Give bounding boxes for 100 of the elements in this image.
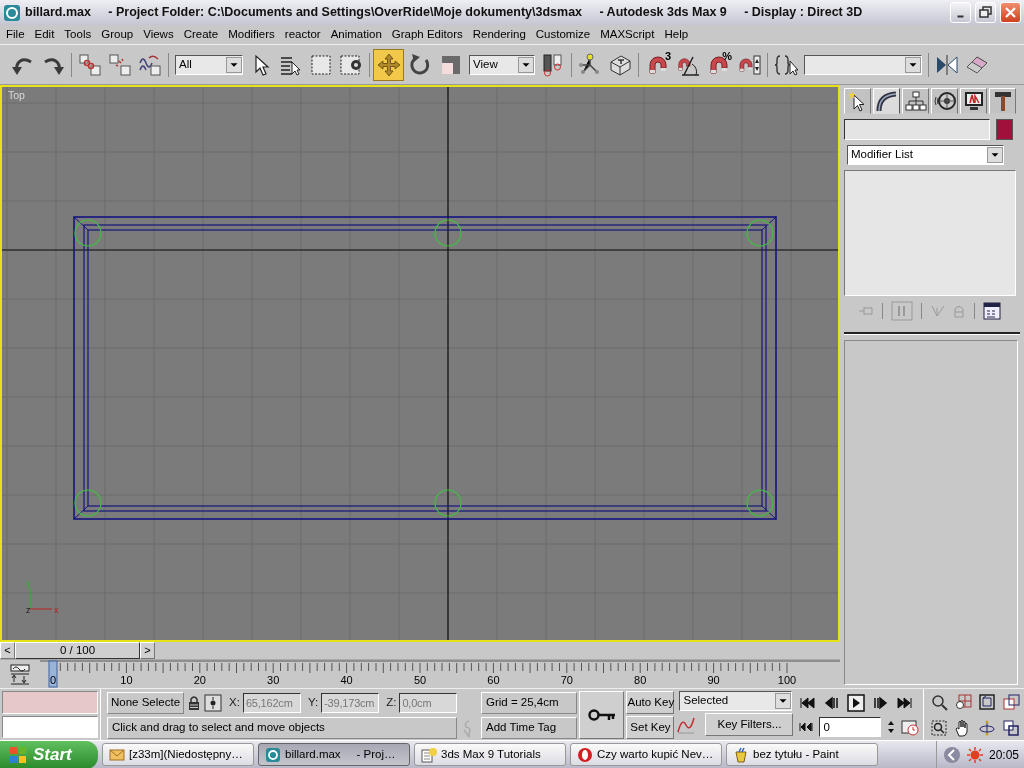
selection-filter-dropdown[interactable]: All <box>175 54 243 75</box>
timeline-ruler[interactable] <box>40 660 840 674</box>
menu-item[interactable]: Rendering <box>467 25 531 44</box>
menu-item[interactable]: Graph Editors <box>386 25 468 44</box>
named-selection-icon[interactable] <box>774 52 798 77</box>
clock: 20:05 <box>989 746 1020 764</box>
taskbar-button[interactable]: [z33m](Niedostępny… <box>102 743 254 766</box>
spinner-snap-icon[interactable] <box>737 52 761 77</box>
add-time-tag[interactable]: Add Time Tag <box>481 716 577 739</box>
menu-item[interactable]: File <box>1 25 30 44</box>
paint-icon <box>733 746 749 763</box>
menu-item[interactable]: Edit <box>29 25 60 44</box>
sun-icon[interactable] <box>966 745 984 764</box>
axis-label: z <box>26 605 31 615</box>
menu-item[interactable]: reactor <box>279 25 326 44</box>
play-icon[interactable] <box>847 694 866 712</box>
zoom-all-icon[interactable] <box>954 693 972 711</box>
window-crossing-icon[interactable] <box>339 52 363 77</box>
named-selection-field[interactable] <box>804 54 922 75</box>
panel-tab[interactable] <box>902 88 929 114</box>
menu-item[interactable]: Views <box>138 25 179 44</box>
region-zoom-icon[interactable] <box>930 718 948 737</box>
next-frame-icon[interactable] <box>871 694 890 712</box>
snap-toggle-button[interactable]: % <box>703 48 734 81</box>
frame-number: 60 <box>487 674 500 686</box>
key-filters-button[interactable]: Key Filters... <box>705 713 794 736</box>
coordinate-system-dropdown[interactable]: View <box>469 54 535 75</box>
close-button[interactable] <box>1000 2 1021 23</box>
maxscript-output-field[interactable] <box>2 715 98 738</box>
envelope-icon <box>109 746 125 763</box>
show-hidden-icons-icon[interactable] <box>943 745 961 764</box>
restore-button[interactable] <box>975 2 996 23</box>
snap-toggle-button[interactable]: 3 <box>642 48 673 81</box>
panel-tab[interactable] <box>873 88 900 114</box>
panel-tab[interactable] <box>844 88 871 114</box>
set-key-mode-button[interactable]: Set Key <box>626 716 675 739</box>
taskbar-button[interactable]: billard.max - Proj… <box>258 743 410 766</box>
set-key-button[interactable] <box>579 691 625 739</box>
rectangle-selection-icon[interactable] <box>309 52 333 77</box>
manipulate-icon[interactable] <box>578 52 602 77</box>
lock-icon[interactable] <box>187 694 202 711</box>
minimize-button[interactable] <box>950 2 971 23</box>
restore-icon <box>978 5 993 20</box>
axis-tripod-icon <box>29 586 53 610</box>
frame-number: 40 <box>340 674 353 686</box>
object-name-field[interactable] <box>844 119 990 140</box>
transform-tool-button[interactable] <box>373 48 404 81</box>
coordinate-label: Y: <box>307 694 319 710</box>
panel-tab[interactable] <box>931 88 958 114</box>
panel-tab[interactable] <box>960 88 987 114</box>
menu-item[interactable]: Create <box>178 25 224 44</box>
frame-number: 100 <box>777 674 797 686</box>
time-slider-thumb[interactable]: 0 / 100 <box>15 642 140 659</box>
viewport-frame[interactable]: y z x Top <box>0 85 840 642</box>
app-logo-icon <box>3 3 21 22</box>
go-to-start-icon[interactable] <box>799 694 818 712</box>
previous-frame-button[interactable]: < <box>0 642 15 659</box>
menu-item[interactable]: Tools <box>59 25 97 44</box>
billiard-table-drawing[interactable] <box>73 216 777 520</box>
menu-item[interactable]: Animation <box>325 25 387 44</box>
zoom-extents-icon[interactable] <box>978 693 996 711</box>
key-mode-icon[interactable] <box>799 720 814 734</box>
wheel-icon <box>933 90 956 112</box>
monitor-icon <box>962 90 985 112</box>
bind-icon[interactable] <box>138 52 162 77</box>
pivot-icon[interactable] <box>541 52 565 77</box>
menu-item[interactable]: Customize <box>530 25 596 44</box>
menu-item[interactable]: Group <box>96 25 139 44</box>
arc-rotate-icon[interactable] <box>978 718 996 737</box>
taskbar-button[interactable]: 3ds Max 9 Tutorials <box>414 743 566 766</box>
object-color-swatch[interactable] <box>996 119 1013 140</box>
zoom-extents-all-icon[interactable] <box>1002 693 1020 711</box>
time-slider-track[interactable]: < 0 / 100 > <box>0 642 840 660</box>
axis-label: y <box>26 578 31 588</box>
maximize-viewport-icon[interactable] <box>1002 718 1020 737</box>
menu-item[interactable]: Modifiers <box>223 25 280 44</box>
menu-item[interactable]: Help <box>659 25 694 44</box>
current-frame-field[interactable]: 0 <box>819 717 882 737</box>
mirror-icon[interactable] <box>935 52 959 77</box>
next-frame-button[interactable]: > <box>140 642 155 659</box>
auto-key-button[interactable]: Auto Key <box>626 691 675 714</box>
menu-item[interactable]: MAXScript <box>595 25 660 44</box>
coordinate-label: X: <box>229 694 240 710</box>
unlink-icon[interactable] <box>108 52 132 77</box>
link-icon[interactable] <box>78 52 102 77</box>
taskbar-button[interactable]: Czy warto kupić Nev… <box>570 743 722 766</box>
key-mode-dropdown[interactable]: Selected <box>679 691 793 711</box>
time-configuration-icon[interactable] <box>901 718 920 736</box>
current-frame-marker[interactable] <box>48 660 58 688</box>
go-to-end-icon[interactable] <box>895 694 914 712</box>
maxscript-field[interactable] <box>2 691 98 714</box>
panel-tab[interactable] <box>989 88 1016 114</box>
taskbar-button[interactable]: bez tytułu - Paint <box>726 743 878 766</box>
zoom-icon[interactable] <box>930 693 948 711</box>
help-document-icon <box>421 746 437 763</box>
coordinate-label: Z: <box>386 694 397 710</box>
absolute-mode-icon[interactable] <box>204 693 223 712</box>
modifier-list-dropdown[interactable]: Modifier List <box>847 145 1004 165</box>
configure-sets-icon[interactable] <box>983 302 1001 320</box>
browser-icon <box>577 746 593 763</box>
